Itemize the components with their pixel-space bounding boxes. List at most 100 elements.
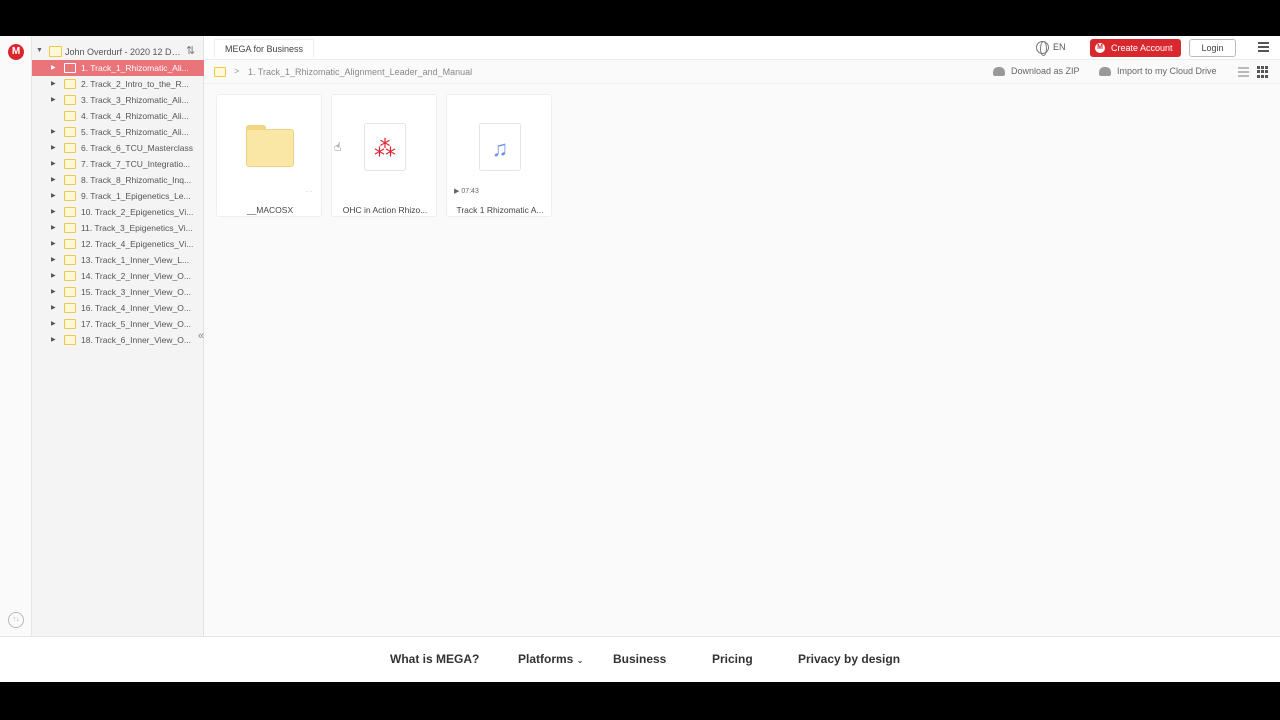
tree-item-label: 15. Track_3_Inner_View_O... <box>81 287 191 297</box>
folder-icon <box>64 303 76 313</box>
caret-right-icon[interactable]: ▶ <box>51 336 56 343</box>
caret-right-icon[interactable]: ▶ <box>51 304 56 311</box>
mega-icon: M <box>1095 43 1105 53</box>
folder-icon <box>49 46 62 57</box>
language-label: EN <box>1053 41 1066 52</box>
caret-right-icon[interactable]: ▶ <box>51 288 56 295</box>
business-link[interactable]: Business <box>613 652 666 666</box>
folder-icon <box>64 207 76 217</box>
privacy-link[interactable]: Privacy by design <box>798 652 900 666</box>
caret-right-icon[interactable]: ▶ <box>51 96 56 103</box>
caret-right-icon[interactable]: ▶ <box>51 64 56 71</box>
tree-item[interactable]: ▶ 7. Track_7_TCU_Integratio... <box>32 156 204 172</box>
file-name: __MACOSX <box>246 205 294 215</box>
tree-item-label: 6. Track_6_TCU_Masterclass <box>81 143 193 153</box>
pricing-link[interactable]: Pricing <box>712 652 753 666</box>
tree-item[interactable]: ▶ 17. Track_5_Inner_View_O... <box>32 316 204 332</box>
tree-item[interactable]: ▶ 5. Track_5_Rhizomatic_Ali... <box>32 124 204 140</box>
tree-item[interactable]: ▶ 13. Track_1_Inner_View_L... <box>32 252 204 268</box>
breadcrumb-bar: > 1. Track_1_Rhizomatic_Alignment_Leader… <box>204 60 1280 84</box>
tree-item[interactable]: ▶ 2. Track_2_Intro_to_the_R... <box>32 76 204 92</box>
caret-right-icon[interactable]: ▶ <box>51 224 56 231</box>
tree-item[interactable]: ▶ 12. Track_4_Epigenetics_Vi... <box>32 236 204 252</box>
tree-item-label: 7. Track_7_TCU_Integratio... <box>81 159 191 169</box>
tree-item[interactable]: ▶ 15. Track_3_Inner_View_O... <box>32 284 204 300</box>
mega-for-business-tab[interactable]: MEGA for Business <box>214 39 315 57</box>
tree-item[interactable]: ▶ 8. Track_8_Rhizomatic_Inq... <box>32 172 204 188</box>
mega-logo-icon[interactable]: M <box>8 44 24 60</box>
import-to-cloud-button[interactable]: Import to my Cloud Drive <box>1099 66 1217 77</box>
caret-right-icon[interactable]: ▶ <box>51 240 56 247</box>
tree-item[interactable]: ▶ 6. Track_6_TCU_Masterclass <box>32 140 204 156</box>
tree-item[interactable]: ▶ 16. Track_4_Inner_View_O... <box>32 300 204 316</box>
transfers-icon[interactable]: ↑↓ <box>8 612 24 628</box>
tree-item-label: 2. Track_2_Intro_to_the_R... <box>81 79 189 89</box>
caret-right-icon[interactable]: ▶ <box>51 192 56 199</box>
caret-right-icon[interactable]: ▶ <box>51 272 56 279</box>
chevron-down-icon: ⌄ <box>576 656 584 665</box>
folder-icon <box>64 63 76 73</box>
language-selector[interactable]: EN <box>1036 41 1066 56</box>
duration-text: 07:43 <box>461 188 479 195</box>
tree-item[interactable]: 4. Track_4_Rhizomatic_Ali... <box>32 108 204 124</box>
tree-item-label: 8. Track_8_Rhizomatic_Inq... <box>81 175 192 185</box>
hand-cursor-icon: ☝ <box>334 140 342 154</box>
create-account-button[interactable]: M Create Account <box>1090 39 1181 57</box>
download-zip-button[interactable]: Download as ZIP <box>993 66 1080 77</box>
file-card-audio[interactable]: ♫ ▶ 07:43 Track 1 Rhizomatic A... <box>446 94 552 217</box>
top-bar: MEGA for Business EN M Create Account Lo… <box>204 36 1280 60</box>
folder-icon <box>64 143 76 153</box>
what-is-mega-link[interactable]: What is MEGA? <box>390 652 479 666</box>
footer: What is MEGA? Platforms ⌄ Business Prici… <box>0 636 1280 682</box>
breadcrumb[interactable]: 1. Track_1_Rhizomatic_Alignment_Leader_a… <box>248 67 472 77</box>
folder-icon[interactable] <box>214 67 226 77</box>
login-button[interactable]: Login <box>1189 39 1236 57</box>
caret-right-icon[interactable]: ▶ <box>51 256 56 263</box>
file-card-pdf[interactable]: ⁂ OHC in Action Rhizo... <box>331 94 437 217</box>
cloud-upload-icon <box>1099 67 1111 77</box>
tree-item[interactable]: ▶ 10. Track_2_Epigenetics_Vi... <box>32 204 204 220</box>
caret-right-icon[interactable]: ▶ <box>51 160 56 167</box>
file-name: OHC in Action Rhizo... <box>342 205 428 215</box>
audio-duration: ▶ 07:43 <box>454 188 479 195</box>
folder-icon <box>64 239 76 249</box>
tree-item-label: 5. Track_5_Rhizomatic_Ali... <box>81 127 189 137</box>
caret-right-icon[interactable]: ▶ <box>51 176 56 183</box>
cloud-download-icon <box>993 67 1005 77</box>
tree-item-label: 1. Track_1_Rhizomatic_Ali... <box>81 63 189 73</box>
caret-right-icon[interactable]: ▶ <box>51 80 56 87</box>
import-label: Import to my Cloud Drive <box>1117 66 1217 76</box>
hamburger-menu-icon[interactable] <box>1258 42 1269 52</box>
chevron-right-icon: > <box>234 66 240 76</box>
tree-item-label: 9. Track_1_Epigenetics_Le... <box>81 191 191 201</box>
caret-right-icon[interactable]: ▶ <box>51 208 56 215</box>
caret-right-icon[interactable]: ▶ <box>51 128 56 135</box>
caret-right-icon[interactable]: ▶ <box>51 320 56 327</box>
collapse-panel-icon[interactable]: « <box>198 330 204 342</box>
folder-icon <box>64 191 76 201</box>
tree-item[interactable]: ▶ 1. Track_1_Rhizomatic_Ali... <box>32 60 204 76</box>
folder-tree-panel: ▼ John Overdurf - 2020 12 Da... ⇅ ▶ 1. Tr… <box>32 36 204 636</box>
pdf-file-icon: ⁂ <box>364 123 406 171</box>
tree-item[interactable]: ▶ 9. Track_1_Epigenetics_Le... <box>32 188 204 204</box>
folder-icon <box>64 111 76 121</box>
file-name: Track 1 Rhizomatic A... <box>456 205 544 215</box>
sort-icon[interactable]: ⇅ <box>186 44 195 57</box>
tree-item[interactable]: ▶ 3. Track_3_Rhizomatic_Ali... <box>32 92 204 108</box>
tree-root[interactable]: ▼ John Overdurf - 2020 12 Da... ⇅ <box>32 44 204 60</box>
create-account-label: Create Account <box>1111 43 1173 53</box>
app-window: M ↑↓ ▼ John Overdurf - 2020 12 Da... ⇅ ▶… <box>0 36 1280 682</box>
file-card-macosx[interactable]: ··· __MACOSX <box>216 94 322 217</box>
tree-item[interactable]: ▶ 18. Track_6_Inner_View_O... <box>32 332 204 348</box>
folder-icon <box>64 335 76 345</box>
caret-right-icon[interactable]: ▶ <box>51 144 56 151</box>
more-options-icon[interactable]: ··· <box>305 187 313 196</box>
platforms-link[interactable]: Platforms ⌄ <box>518 652 583 666</box>
folder-icon <box>64 255 76 265</box>
tree-item-label: 13. Track_1_Inner_View_L... <box>81 255 190 265</box>
tree-item[interactable]: ▶ 14. Track_2_Inner_View_O... <box>32 268 204 284</box>
grid-view-icon[interactable] <box>1257 66 1269 78</box>
caret-down-icon[interactable]: ▼ <box>36 47 43 54</box>
tree-item[interactable]: ▶ 11. Track_3_Epigenetics_Vi... <box>32 220 204 236</box>
list-view-icon[interactable] <box>1238 67 1249 77</box>
